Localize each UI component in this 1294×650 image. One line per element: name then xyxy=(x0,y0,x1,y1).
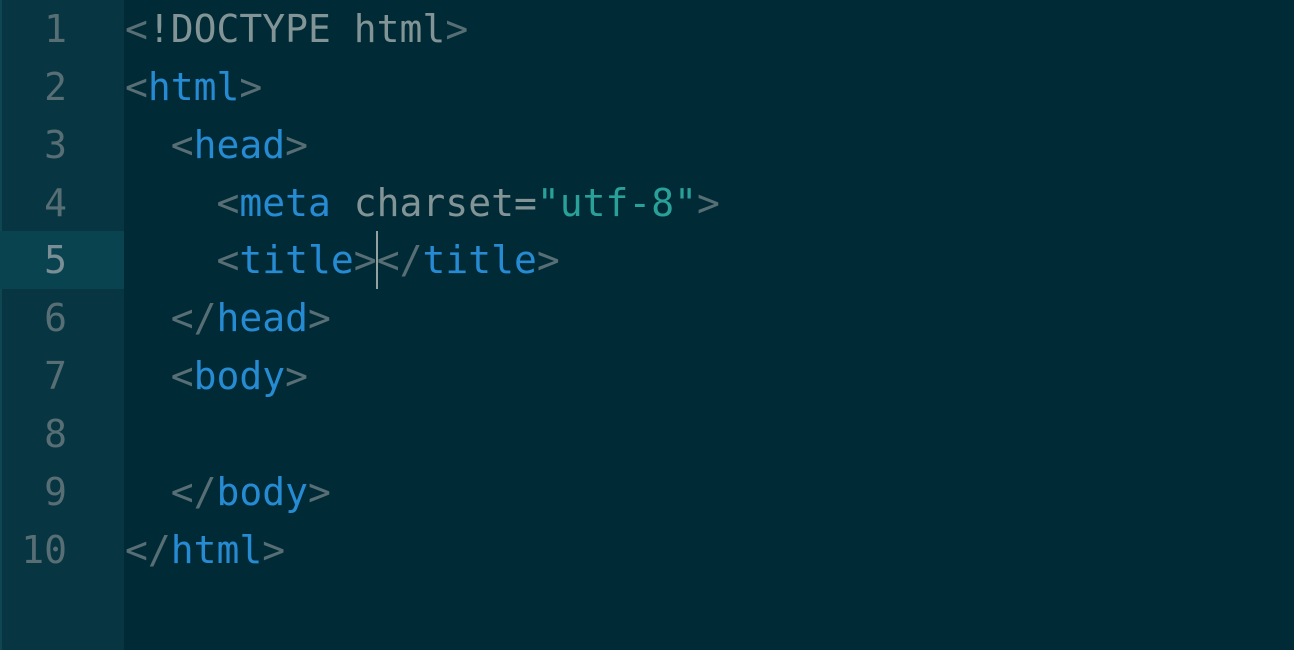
line-content[interactable]: <meta charset="utf-8"> xyxy=(125,174,720,232)
text-cursor xyxy=(375,231,378,289)
tag-bracket: > xyxy=(697,181,720,225)
tag-bracket: > xyxy=(308,470,331,514)
tag-bracket: > xyxy=(285,123,309,167)
line-number: 9 xyxy=(44,470,67,514)
code-line[interactable]: 2 <html> xyxy=(0,58,1294,116)
attribute-name: charset xyxy=(330,181,514,225)
line-content[interactable]: <title></title> xyxy=(125,231,560,289)
tag-bracket: < xyxy=(125,65,148,109)
tag-name-matched: title xyxy=(239,238,354,282)
line-content[interactable]: <html> xyxy=(125,58,262,116)
tag-bracket: > xyxy=(536,238,560,282)
line-number: 6 xyxy=(44,296,67,340)
code-line[interactable]: 4 <meta charset="utf-8"> xyxy=(0,174,1294,232)
tag-name: body xyxy=(193,354,286,398)
attribute-value: "utf-8" xyxy=(536,181,697,225)
tag-bracket: > xyxy=(285,354,309,398)
tag-name: head xyxy=(216,296,309,340)
doctype-declaration: !DOCTYPE html xyxy=(147,7,446,51)
code-line-current[interactable]: 5 <title></title> xyxy=(0,231,1294,289)
tag-bracket: > xyxy=(239,65,263,109)
attribute-equals: = xyxy=(513,181,537,225)
code-line[interactable]: 1 <!DOCTYPE html> xyxy=(0,0,1294,58)
line-content[interactable]: <!DOCTYPE html> xyxy=(125,0,468,58)
tag-bracket: > xyxy=(262,528,286,572)
tag-bracket: < xyxy=(216,238,240,282)
tag-bracket: </ xyxy=(170,296,217,340)
tag-bracket: < xyxy=(125,7,148,51)
tag-bracket: </ xyxy=(376,238,423,282)
tag-bracket: > xyxy=(445,7,469,51)
code-line[interactable]: 6 </head> xyxy=(0,289,1294,347)
code-line[interactable]: 7 <body> xyxy=(0,347,1294,405)
line-number: 10 xyxy=(21,528,67,572)
tag-name: html xyxy=(170,528,263,572)
line-number: 1 xyxy=(44,7,67,51)
line-content[interactable]: <body> xyxy=(125,347,308,405)
tag-bracket: > xyxy=(308,296,331,340)
tag-bracket: </ xyxy=(170,470,217,514)
tag-bracket: > xyxy=(353,238,377,282)
tag-bracket: </ xyxy=(125,528,171,572)
line-number: 4 xyxy=(44,181,67,225)
code-line[interactable]: 3 <head> xyxy=(0,116,1294,174)
line-number: 5 xyxy=(44,238,67,282)
line-content[interactable]: </head> xyxy=(125,289,331,347)
code-editor[interactable]: 1 <!DOCTYPE html> 2 <html> 3 <head> 4 <m… xyxy=(0,0,1294,650)
line-number: 7 xyxy=(44,354,67,398)
line-number: 3 xyxy=(44,123,67,167)
tag-name-matched: title xyxy=(422,238,537,282)
line-content[interactable]: </body> xyxy=(125,463,331,521)
code-line[interactable]: 9 </body> xyxy=(0,463,1294,521)
code-line[interactable]: 8 xyxy=(0,405,1294,463)
line-number: 8 xyxy=(44,412,67,456)
line-content[interactable]: <head> xyxy=(125,116,308,174)
tag-name: head xyxy=(193,123,286,167)
tag-bracket: < xyxy=(170,354,194,398)
tag-name: html xyxy=(147,65,240,109)
line-number: 2 xyxy=(44,65,67,109)
tag-bracket: < xyxy=(216,181,240,225)
code-line[interactable]: 10 </html> xyxy=(0,521,1294,579)
tag-name: meta xyxy=(239,181,331,225)
tag-bracket: < xyxy=(170,123,194,167)
line-content[interactable]: </html> xyxy=(125,521,285,579)
tag-name: body xyxy=(216,470,309,514)
